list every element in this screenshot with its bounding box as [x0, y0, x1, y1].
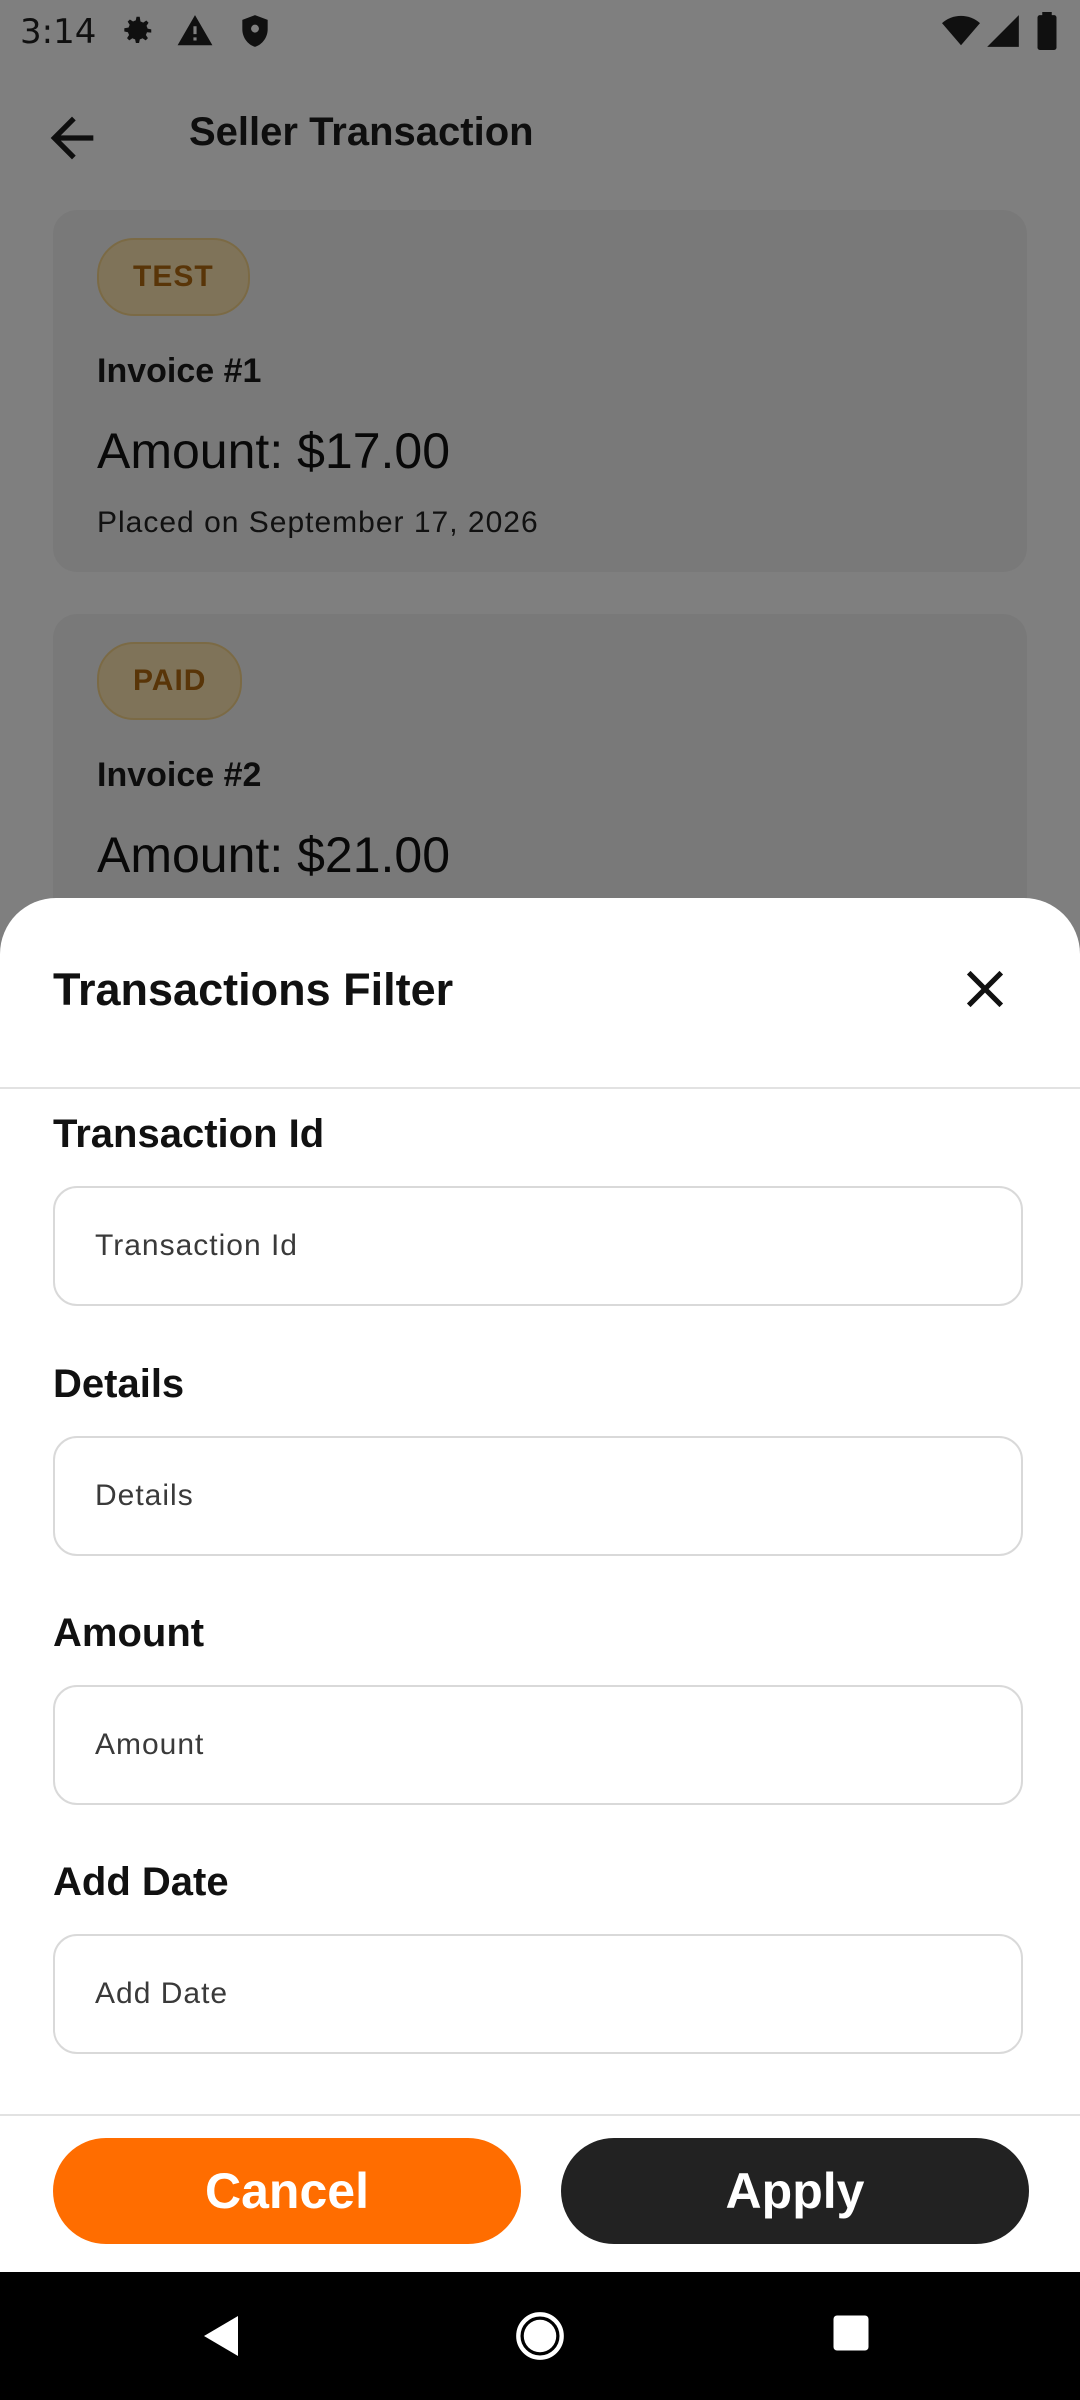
transaction-id-field[interactable]	[53, 1186, 1023, 1306]
amount-field[interactable]	[53, 1685, 1023, 1805]
details-field[interactable]	[53, 1436, 1023, 1556]
add-date-label: Add Date	[53, 1860, 229, 1904]
transaction-id-label: Transaction Id	[53, 1112, 325, 1156]
close-icon[interactable]	[954, 958, 1016, 1020]
divider	[0, 2114, 1080, 2116]
filter-bottom-sheet: Transactions Filter Transaction Id Detai…	[0, 898, 1080, 2272]
nav-back-icon[interactable]	[198, 2312, 246, 2360]
cancel-button[interactable]: Cancel	[53, 2138, 521, 2244]
nav-recents-icon[interactable]	[830, 2312, 872, 2354]
apply-button[interactable]: Apply	[561, 2138, 1029, 2244]
amount-input[interactable]	[55, 1687, 1021, 1803]
amount-label: Amount	[53, 1611, 205, 1655]
details-input[interactable]	[55, 1438, 1021, 1554]
divider	[0, 1087, 1080, 1089]
transaction-id-input[interactable]	[55, 1188, 1021, 1304]
details-label: Details	[53, 1362, 185, 1406]
system-nav-bar	[0, 2272, 1080, 2400]
sheet-title: Transactions Filter	[53, 964, 454, 1015]
add-date-input[interactable]	[55, 1936, 1021, 2052]
add-date-field[interactable]	[53, 1934, 1023, 2054]
nav-home-icon[interactable]	[514, 2310, 566, 2362]
